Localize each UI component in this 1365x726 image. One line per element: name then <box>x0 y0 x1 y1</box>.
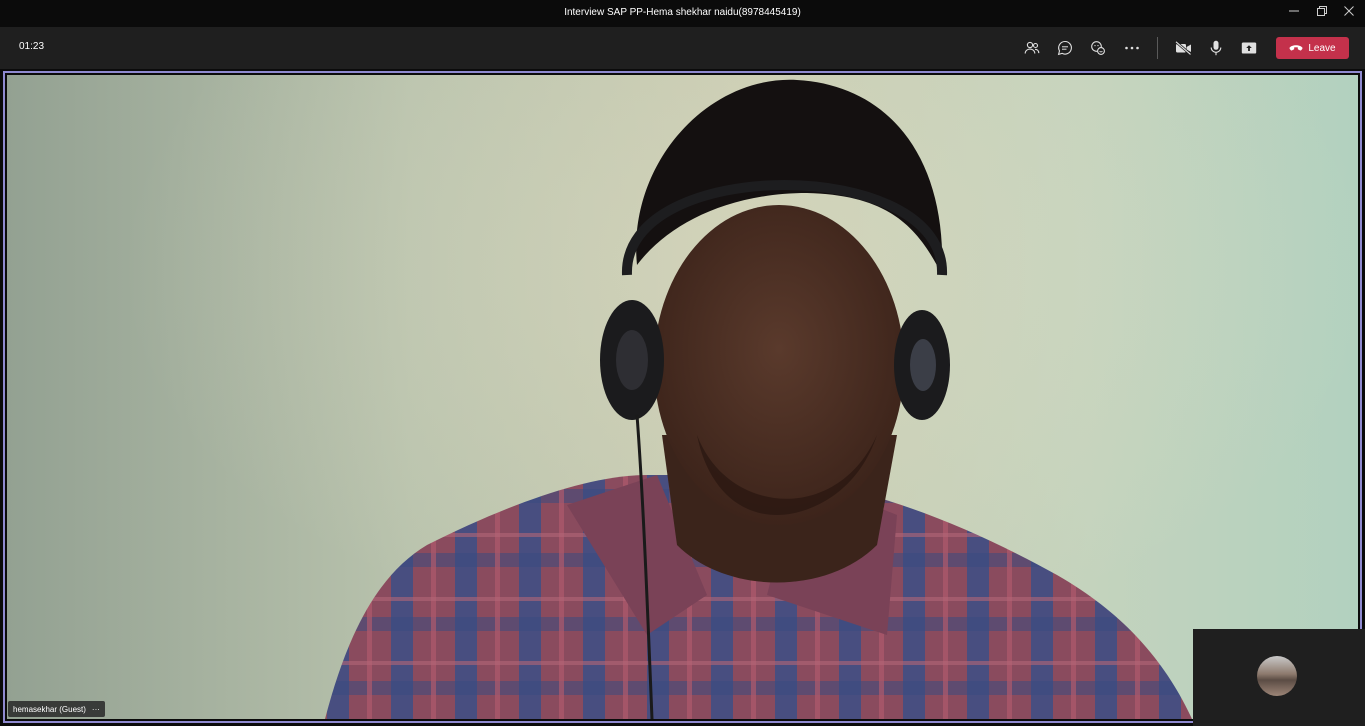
window-title: Interview SAP PP-Hema shekhar naidu(8978… <box>564 7 801 18</box>
participant-name: hemasekhar (Guest) <box>13 704 86 714</box>
self-preview-tile[interactable] <box>1193 629 1365 726</box>
leave-label: Leave <box>1308 42 1336 54</box>
minimize-icon[interactable] <box>1286 5 1302 21</box>
share-screen-icon[interactable] <box>1239 38 1259 58</box>
participant-video[interactable] <box>7 75 1358 719</box>
toolbar-divider <box>1157 37 1158 59</box>
participant-name-tag[interactable]: hemasekhar (Guest) ··· <box>8 701 105 717</box>
participants-icon[interactable] <box>1022 38 1042 58</box>
close-icon[interactable] <box>1341 5 1357 21</box>
leave-button[interactable]: Leave <box>1276 37 1349 59</box>
reactions-icon[interactable] <box>1088 38 1108 58</box>
camera-off-icon[interactable] <box>1173 38 1193 58</box>
name-tag-more-icon[interactable]: ··· <box>92 705 100 714</box>
meeting-toolbar: 01:23 Leave <box>0 27 1365 69</box>
avatar <box>1257 656 1297 696</box>
chat-icon[interactable] <box>1055 38 1075 58</box>
call-timer: 01:23 <box>19 41 45 52</box>
more-options-icon[interactable] <box>1122 38 1142 58</box>
microphone-icon[interactable] <box>1206 38 1226 58</box>
restore-icon[interactable] <box>1314 5 1330 21</box>
hang-up-icon <box>1289 45 1303 51</box>
title-bar: Interview SAP PP-Hema shekhar naidu(8978… <box>0 0 1365 27</box>
active-speaker-frame <box>3 71 1362 723</box>
participant-figure <box>325 79 1192 719</box>
